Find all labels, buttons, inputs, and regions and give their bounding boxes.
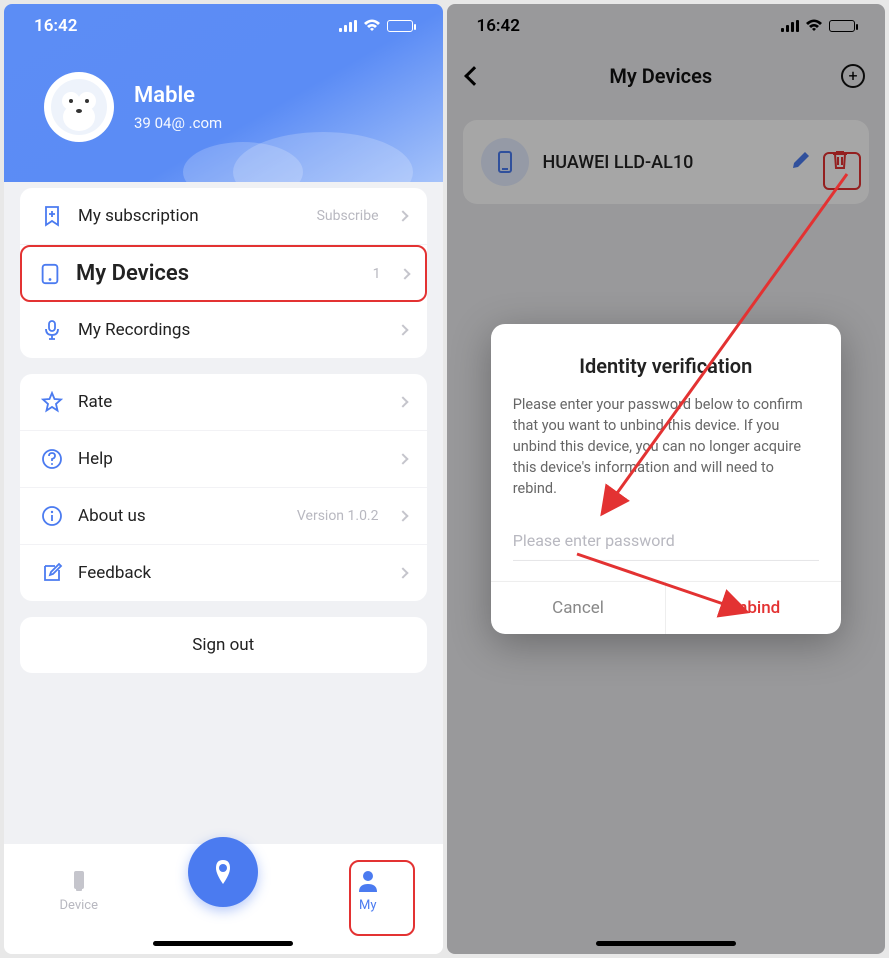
phone-icon — [66, 868, 92, 894]
chevron-right-icon — [397, 510, 408, 521]
nav-device[interactable]: Device — [39, 868, 119, 913]
profile-email: 39 04@ .com — [134, 114, 222, 132]
identity-dialog: Identity verification Please enter your … — [491, 324, 841, 634]
cancel-button[interactable]: Cancel — [491, 582, 667, 634]
unbind-button[interactable]: Unbind — [666, 582, 841, 634]
chevron-right-icon — [397, 453, 408, 464]
devices-count: 1 — [373, 266, 381, 282]
chevron-right-icon — [397, 210, 408, 221]
dialog-title: Identity verification — [513, 354, 819, 378]
tablet-icon — [38, 262, 62, 286]
card-1: My subscription Subscribe My Devices 1 M… — [20, 188, 427, 358]
locate-fab[interactable] — [188, 837, 258, 907]
battery-icon — [387, 20, 413, 32]
feedback-label: Feedback — [78, 563, 385, 583]
home-indicator — [153, 941, 293, 946]
help-label: Help — [78, 449, 385, 469]
info-icon — [40, 504, 64, 528]
row-about[interactable]: About us Version 1.0.2 — [20, 488, 427, 545]
chevron-right-icon — [397, 324, 408, 335]
pin-icon — [208, 857, 238, 887]
bottom-nav: Device My — [4, 844, 443, 954]
card-2: Rate Help About us Version 1.0.2 — [20, 374, 427, 601]
settings-content: My subscription Subscribe My Devices 1 M… — [4, 172, 443, 844]
status-bar: 16:42 — [4, 4, 443, 48]
chevron-right-icon — [397, 567, 408, 578]
signal-icon — [339, 20, 357, 32]
row-my-devices[interactable]: My Devices 1 — [20, 245, 427, 302]
about-label: About us — [78, 506, 283, 526]
nav-device-label: Device — [60, 898, 99, 913]
password-input[interactable]: Please enter password — [513, 521, 819, 561]
signout-button[interactable]: Sign out — [20, 617, 427, 673]
edit-icon — [40, 561, 64, 585]
microphone-icon — [40, 318, 64, 342]
row-recordings[interactable]: My Recordings — [20, 302, 427, 358]
devices-screen: 16:42 My Devices + HUAWEI LLD-AL10 Ident — [447, 4, 886, 954]
profile-header: 16:42 Mable 39 04@ .com — [4, 4, 443, 182]
row-rate[interactable]: Rate — [20, 374, 427, 431]
bookmark-plus-icon — [40, 204, 64, 228]
subscription-action: Subscribe — [317, 208, 379, 224]
chevron-right-icon — [397, 396, 408, 407]
recordings-label: My Recordings — [78, 320, 385, 340]
about-version: Version 1.0.2 — [297, 508, 379, 524]
devices-label: My Devices — [76, 261, 359, 286]
dialog-message: Please enter your password below to conf… — [513, 394, 819, 499]
status-icons — [339, 19, 413, 33]
rate-label: Rate — [78, 392, 385, 412]
chevron-right-icon — [399, 268, 410, 279]
profile-screen: 16:42 Mable 39 04@ .com — [4, 4, 443, 954]
row-feedback[interactable]: Feedback — [20, 545, 427, 601]
status-time: 16:42 — [34, 16, 77, 36]
wifi-icon — [363, 19, 381, 33]
annotation-box-my — [349, 860, 415, 936]
row-subscription[interactable]: My subscription Subscribe — [20, 188, 427, 245]
star-icon — [40, 390, 64, 414]
password-placeholder: Please enter password — [513, 531, 675, 550]
help-icon — [40, 447, 64, 471]
row-help[interactable]: Help — [20, 431, 427, 488]
subscription-label: My subscription — [78, 206, 303, 226]
